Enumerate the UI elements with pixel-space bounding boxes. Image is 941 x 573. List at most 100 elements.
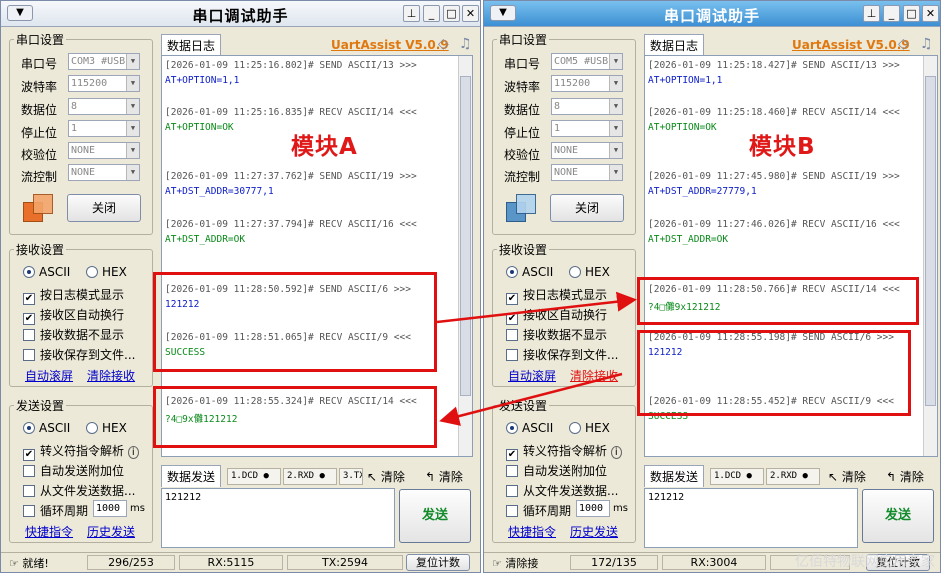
send-button[interactable]: 发送 [862,489,934,543]
auto-wrap-checkbox[interactable]: ✔ 接收区自动换行 [506,306,607,325]
tab-data-send[interactable]: 数据发送 [644,465,705,487]
recv-ascii-radio[interactable]: ASCII [506,265,553,279]
checkmark-icon: ✔ [506,293,518,305]
diamond-icon[interactable]: ◇ [898,36,909,52]
send-hex-radio[interactable]: HEX [86,421,127,435]
reset-count-button[interactable]: 复位计数 [406,554,470,571]
close-port-button[interactable]: 关闭 [67,194,141,222]
maximize-button[interactable]: □ [903,5,920,22]
quick-commands-link[interactable]: 快捷指令 [508,523,556,540]
minimize-button[interactable]: _ [423,5,440,22]
baud-select[interactable]: 115200 ▼ [68,75,140,92]
diamond-icon[interactable]: ◇ [438,36,449,52]
stop-bits-select[interactable]: 1 ▼ [68,120,140,137]
recv-hex-radio[interactable]: HEX [569,265,610,279]
brand-link[interactable]: UartAssist V5.0.9 [792,38,910,52]
send-from-file-checkbox[interactable]: 从文件发送数据... [506,482,618,499]
module-a-label: 模块A [291,134,358,160]
data-bits-select[interactable]: 8 ▼ [551,98,623,115]
title-bar[interactable]: ▼ 串口调试助手 ⊥ _ □ ✕ [484,1,940,27]
tab-data-send[interactable]: 数据发送 [161,465,222,487]
baud-select[interactable]: 115200 ▼ [551,75,623,92]
append-bits-checkbox[interactable]: 自动发送附加位 [506,462,607,479]
log-entry-header: [2026-01-09 11:25:18.427]# SEND ASCII/13… [648,60,900,71]
hide-recv-checkbox[interactable]: 接收数据不显示 [23,326,124,343]
toolbar: 1.DCD ● 2.RXD ● 3.TX ↖ 清除 ↰ 清除 [227,468,477,486]
data-bits-value: 8 [554,101,561,112]
auto-scroll-link[interactable]: 自动滚屏 [25,367,73,384]
group-title: 串口设置 [14,31,67,48]
bell-icon[interactable]: ♫ [920,36,933,52]
send-button[interactable]: 发送 [399,489,471,543]
log-entry-payload: AT+DST_ADDR=27779,1 [648,186,757,197]
log-mode-checkbox[interactable]: ✔ 按日志模式显示 [23,286,124,305]
checkbox-icon [506,505,518,517]
cycle-checkbox[interactable]: 循环周期 [506,502,571,519]
info-icon[interactable]: i [127,446,139,459]
status-bar: ☞ 就绪! 296/253 RX:5115 TX:2594 复位计数 [1,552,480,572]
minimize-button[interactable]: _ [883,5,900,22]
quick-commands-link[interactable]: 快捷指令 [25,523,73,540]
cycle-checkbox[interactable]: 循环周期 [23,502,88,519]
auto-scroll-link[interactable]: 自动滚屏 [508,367,556,384]
scroll-thumb[interactable] [925,76,936,406]
clear-all-button[interactable]: ↰ 清除 [425,468,463,485]
scroll-thumb[interactable] [460,76,471,396]
close-window-button[interactable]: ✕ [922,5,939,22]
append-bits-checkbox[interactable]: 自动发送附加位 [23,462,124,479]
recv-hex-radio[interactable]: HEX [86,265,127,279]
parity-select[interactable]: NONE ▼ [551,142,623,159]
pin-icon[interactable]: ⊥ [403,5,420,22]
data-bits-label: 数据位 [504,103,541,117]
recv-ascii-radio[interactable]: ASCII [23,265,70,279]
tab-data-log[interactable]: 数据日志 [161,34,222,56]
data-bits-select[interactable]: 8 ▼ [68,98,140,115]
clear-all-button[interactable]: ↰ 清除 [886,468,924,485]
maximize-button[interactable]: □ [443,5,460,22]
radio-icon [569,422,581,434]
close-window-button[interactable]: ✕ [462,5,479,22]
send-input[interactable]: 121212 [644,488,858,548]
cycle-period-input[interactable]: 1000 [576,500,610,517]
tab-data-log[interactable]: 数据日志 [644,34,705,56]
log-entry: [2026-01-09 11:25:16.802]# SEND ASCII/13… [165,60,417,86]
clear-recv-link[interactable]: 清除接收 [87,367,135,384]
escape-parse-checkbox[interactable]: ✔ 转义符指令解析 i [23,442,139,461]
close-port-button[interactable]: 关闭 [550,194,624,222]
auto-wrap-checkbox[interactable]: ✔ 接收区自动换行 [23,306,124,325]
save-to-file-checkbox[interactable]: 接收保存到文件... [23,346,135,363]
stop-bits-select[interactable]: 1 ▼ [551,120,623,137]
log-scrollbar[interactable] [458,56,472,456]
bell-icon[interactable]: ♫ [459,36,472,52]
send-from-file-checkbox[interactable]: 从文件发送数据... [23,482,135,499]
status-rx: RX:3004 [662,555,766,570]
flow-select[interactable]: NONE ▼ [68,164,140,181]
pin-icon[interactable]: ⊥ [863,5,880,22]
save-to-file-checkbox[interactable]: 接收保存到文件... [506,346,618,363]
escape-parse-checkbox[interactable]: ✔ 转义符指令解析 i [506,442,622,461]
port-select[interactable]: COM3 #USB ▼ [68,53,140,70]
history-link[interactable]: 历史发送 [87,523,135,540]
cycle-period-input[interactable]: 1000 [93,500,127,517]
info-icon[interactable]: i [610,446,622,459]
port-select[interactable]: COM5 #USB ▼ [551,53,623,70]
send-ascii-radio[interactable]: ASCII [23,421,70,435]
title-bar[interactable]: ▼ 串口调试助手 ⊥ _ □ ✕ [1,1,480,27]
chevron-down-icon: ▼ [126,76,139,91]
log-entry-header: [2026-01-09 11:25:16.835]# RECV ASCII/14… [165,107,417,118]
log-scrollbar[interactable] [923,56,937,456]
status-count: 296/253 [87,555,175,570]
send-hex-radio[interactable]: HEX [569,421,610,435]
flow-select[interactable]: NONE ▼ [551,164,623,181]
clear-send-button[interactable]: ↖ 清除 [367,468,405,485]
send-input[interactable]: 121212 [161,488,395,548]
rxd-label: 2.RXD [287,471,315,481]
brand-link[interactable]: UartAssist V5.0.9 [331,38,449,52]
send-ascii-radio[interactable]: ASCII [506,421,553,435]
history-link[interactable]: 历史发送 [570,523,618,540]
clear-recv-link[interactable]: 清除接收 [570,367,618,384]
parity-select[interactable]: NONE ▼ [68,142,140,159]
log-mode-checkbox[interactable]: ✔ 按日志模式显示 [506,286,607,305]
clear-send-button[interactable]: ↖ 清除 [828,468,866,485]
hide-recv-checkbox[interactable]: 接收数据不显示 [506,326,607,343]
